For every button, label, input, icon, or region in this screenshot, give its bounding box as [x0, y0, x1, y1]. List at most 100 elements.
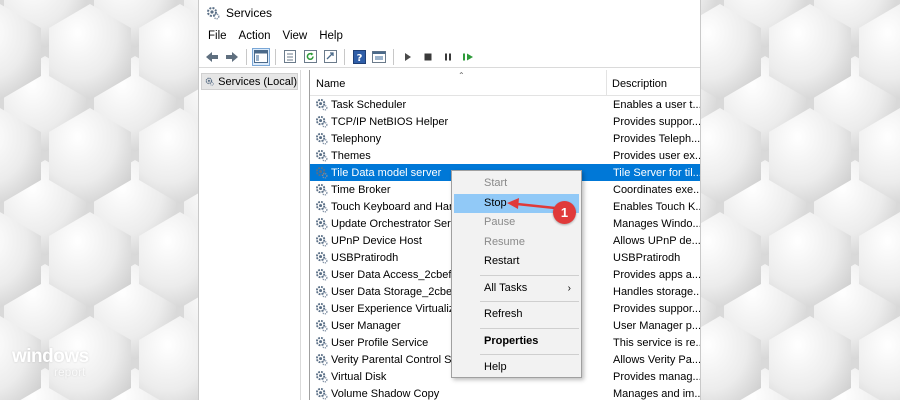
table-row[interactable]: Volume Shadow Copy Manages and im...: [310, 385, 700, 400]
refresh-icon[interactable]: [301, 48, 319, 66]
service-name: Themes: [331, 149, 371, 162]
chevron-right-icon: ›: [567, 282, 571, 294]
step-callout-badge: 1: [553, 201, 576, 224]
service-name: User Manager: [331, 319, 401, 332]
service-name: Touch Keyboard and Han: [331, 200, 456, 213]
context-menu-restart[interactable]: Restart: [454, 252, 579, 272]
context-menu-help[interactable]: Help: [454, 358, 579, 378]
context-menu-all-tasks[interactable]: All Tasks ›: [454, 279, 579, 299]
menu-separator: [480, 327, 579, 329]
context-menu-refresh[interactable]: Refresh: [454, 305, 579, 325]
forward-arrow-icon[interactable]: [223, 48, 241, 66]
table-row[interactable]: Task Scheduler Enables a user t...: [310, 96, 700, 113]
service-gear-icon: [315, 302, 328, 315]
service-gear-icon: [315, 98, 328, 111]
service-gear-icon: [315, 387, 328, 400]
service-description: Enables Touch K...: [613, 200, 700, 213]
service-description: Provides suppor...: [613, 302, 700, 315]
services-gear-icon: [205, 77, 214, 86]
service-gear-icon: [315, 268, 328, 281]
service-gear-icon: [315, 319, 328, 332]
watermark-main: windows: [12, 346, 89, 367]
table-row[interactable]: TCP/IP NetBIOS Helper Provides suppor...: [310, 113, 700, 130]
table-row[interactable]: Themes Provides user ex...: [310, 147, 700, 164]
view-icon[interactable]: [370, 48, 388, 66]
pause-icon[interactable]: [439, 48, 457, 66]
restart-icon[interactable]: [459, 48, 477, 66]
service-gear-icon: [315, 353, 328, 366]
service-description: Handles storage...: [613, 285, 700, 298]
service-name: TCP/IP NetBIOS Helper: [331, 115, 449, 128]
services-window: Services File Action View Help ? Service…: [198, 0, 701, 400]
context-menu-properties[interactable]: Properties: [454, 332, 579, 352]
svg-text:?: ?: [356, 53, 362, 64]
service-description: Tile Server for til...: [613, 166, 700, 179]
service-description: Provides apps a...: [613, 268, 700, 281]
service-name: User Data Access_2cbef0e: [331, 268, 464, 281]
service-name: Verity Parental Control So: [331, 353, 458, 366]
menu-bar: File Action View Help: [199, 26, 700, 46]
service-description: Manages and im...: [613, 387, 700, 400]
context-menu-resume[interactable]: Resume: [454, 233, 579, 253]
service-name: Tile Data model server: [331, 166, 442, 179]
title-bar: Services: [199, 0, 700, 26]
service-name: User Profile Service: [331, 336, 429, 349]
service-description: Allows UPnP de...: [613, 234, 700, 247]
toolbar-separator: [344, 48, 345, 65]
service-gear-icon: [315, 251, 328, 264]
tree-item-services-local[interactable]: Services (Local): [201, 73, 298, 90]
all-tasks-label: All Tasks: [484, 281, 528, 294]
column-header-description[interactable]: Description: [607, 70, 700, 95]
service-name: Update Orchestrator Servi: [331, 217, 459, 230]
menu-separator: [480, 354, 579, 355]
service-gear-icon: [315, 200, 328, 213]
service-gear-icon: [315, 336, 328, 349]
service-name: UPnP Device Host: [331, 234, 422, 247]
menu-action[interactable]: Action: [233, 30, 277, 42]
service-description: Coordinates exe...: [613, 183, 700, 196]
service-name: USBPratirodh: [331, 251, 399, 264]
tree-pane: Services (Local): [199, 70, 301, 400]
service-description: USBPratirodh: [613, 251, 681, 264]
service-gear-icon: [315, 115, 328, 128]
back-arrow-icon[interactable]: [203, 48, 221, 66]
service-name: Virtual Disk: [331, 370, 387, 383]
toolbar-separator: [275, 48, 276, 65]
service-name-cell: Telephony: [310, 132, 607, 145]
service-gear-icon: [315, 132, 328, 145]
service-description: Provides user ex...: [613, 149, 700, 162]
menu-separator: [480, 301, 579, 302]
context-menu-start[interactable]: Start: [454, 174, 579, 194]
play-icon[interactable]: [399, 48, 417, 66]
help-icon[interactable]: ?: [350, 48, 368, 66]
menu-file[interactable]: File: [202, 30, 233, 42]
service-name: User Experience Virtualiza: [331, 302, 461, 315]
service-description: User Manager p...: [613, 319, 700, 332]
service-gear-icon: [315, 149, 328, 162]
watermark-logo: windows report: [12, 346, 89, 379]
watermark-sub: report: [54, 365, 86, 379]
stop-icon[interactable]: [419, 48, 437, 66]
list-header: Name Description ⌃: [310, 70, 700, 96]
properties-icon[interactable]: [281, 48, 299, 66]
toolbar-separator: [393, 48, 394, 65]
service-name-cell: Task Scheduler: [310, 98, 607, 111]
menu-view[interactable]: View: [277, 30, 314, 42]
service-gear-icon: [315, 285, 328, 298]
table-row[interactable]: Telephony Provides Teleph...: [310, 130, 700, 147]
service-description: Provides suppor...: [613, 115, 700, 128]
callout-arrow-icon: [507, 198, 556, 210]
menu-help[interactable]: Help: [313, 30, 349, 42]
service-description: Manages Windo...: [613, 217, 700, 230]
console-tree-icon[interactable]: [252, 47, 270, 66]
service-name: Volume Shadow Copy: [331, 387, 440, 400]
service-gear-icon: [315, 234, 328, 247]
tree-item-label: Services (Local): [218, 75, 297, 88]
service-name: Telephony: [331, 132, 382, 145]
window-title: Services: [226, 6, 273, 20]
service-name-cell: Themes: [310, 149, 607, 162]
service-name-cell: TCP/IP NetBIOS Helper: [310, 115, 607, 128]
service-name-cell: Volume Shadow Copy: [310, 387, 607, 400]
export-icon[interactable]: [321, 48, 339, 66]
toolbar: ?: [199, 46, 700, 68]
